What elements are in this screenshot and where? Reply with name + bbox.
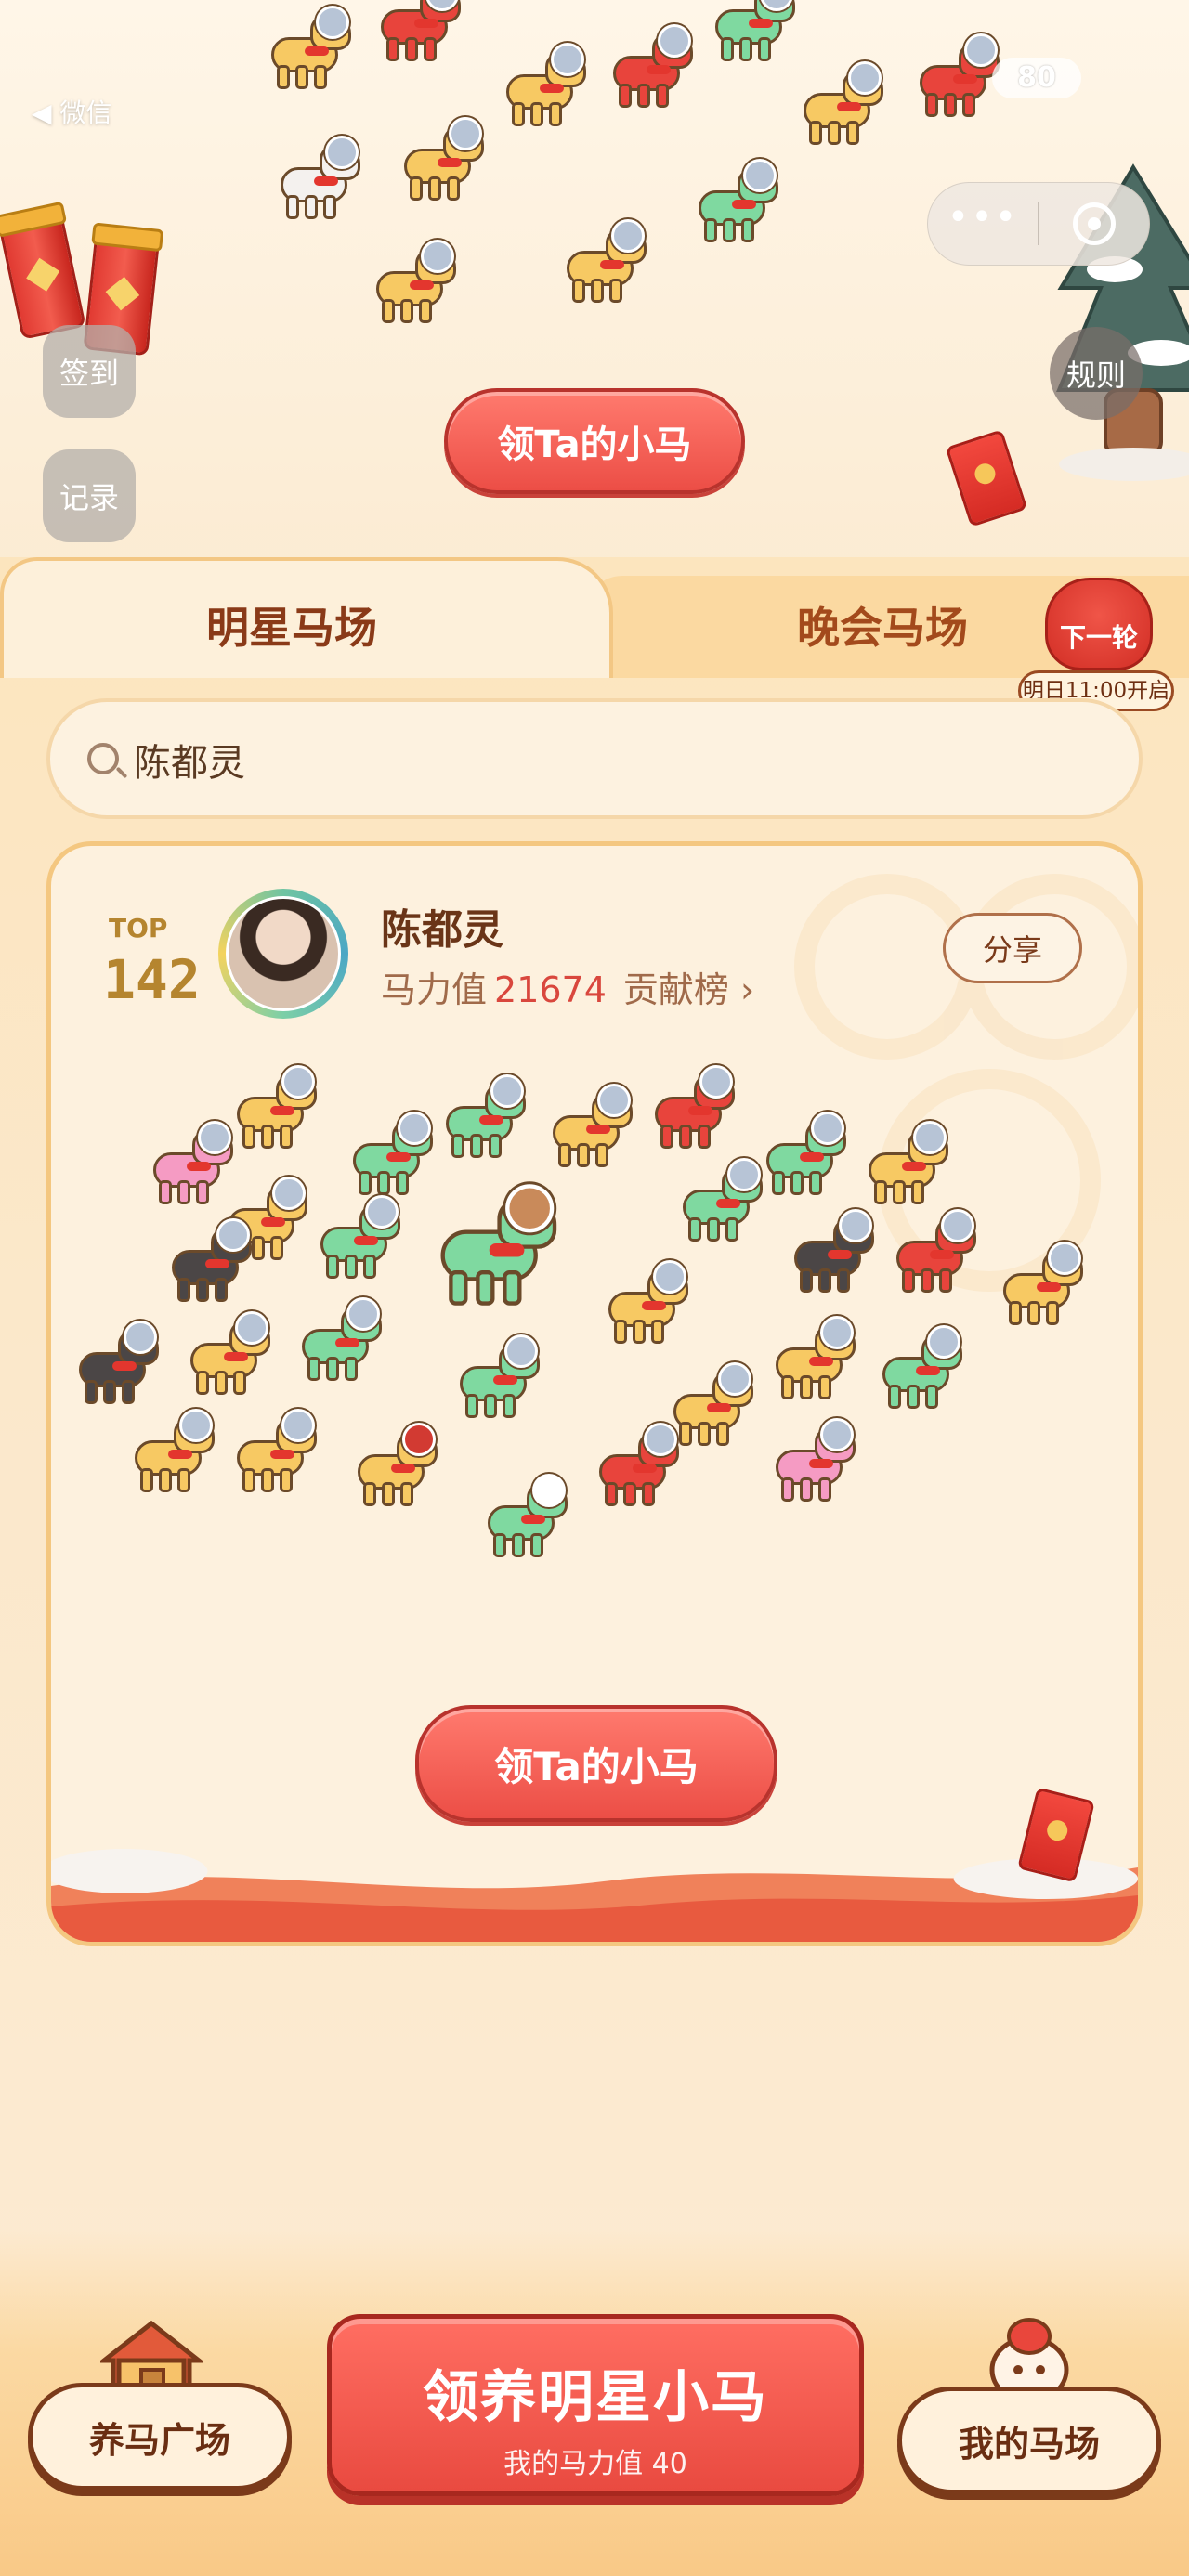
horse-plaza-label: 养马广场 xyxy=(88,2419,230,2461)
rules-button[interactable]: 规则 xyxy=(1050,327,1143,420)
records-button[interactable]: 记录 xyxy=(43,449,136,542)
horse-figure xyxy=(478,1474,571,1561)
horse-figure xyxy=(994,1242,1087,1329)
celebrity-avatar[interactable] xyxy=(218,889,348,1019)
tab-star-ranch-label: 明星马场 xyxy=(206,603,377,653)
red-envelope-decoration xyxy=(945,429,1028,527)
horse-figure xyxy=(437,1074,529,1162)
horse-figure xyxy=(367,240,460,327)
battery-indicator: 80 xyxy=(992,58,1081,98)
checkin-button[interactable]: 签到 xyxy=(43,325,136,418)
share-label: 分享 xyxy=(982,932,1042,968)
horse-figure xyxy=(646,1065,738,1152)
next-round-badge[interactable]: 下一轮 xyxy=(1045,578,1153,670)
avatar-photo xyxy=(226,896,341,1011)
records-label: 记录 xyxy=(59,480,119,515)
horse-figure xyxy=(497,43,590,130)
horse-figure xyxy=(181,1311,274,1399)
adopt-star-horse-button[interactable]: 领养明星小马 我的马力值 40 xyxy=(327,2314,864,2496)
horse-figure xyxy=(673,1158,766,1245)
rules-label: 规则 xyxy=(1065,358,1126,393)
horse-figure-large xyxy=(427,1184,562,1311)
my-ranch-label: 我的马场 xyxy=(958,2423,1100,2465)
claim-horse-label: 领Ta的小马 xyxy=(494,1743,699,1789)
horse-figure xyxy=(163,1218,255,1306)
celebrity-card: TOP 142 陈都灵 马力值 21674 贡献榜 › 分享 领Ta的小马 xyxy=(46,841,1143,1946)
horse-figure xyxy=(344,1112,437,1199)
claim-horse-button-top[interactable]: 领Ta的小马 xyxy=(444,388,745,494)
adopt-title: 领养明星小马 xyxy=(423,2365,768,2430)
my-ranch-button[interactable]: 我的马场 xyxy=(897,2387,1161,2494)
search-input[interactable] xyxy=(134,730,1063,789)
horse-figure xyxy=(706,0,799,65)
horse-figure xyxy=(887,1209,980,1296)
horse-figure xyxy=(293,1297,385,1385)
my-power-value: 我的马力值 40 xyxy=(503,2448,687,2480)
horse-figure xyxy=(689,159,782,246)
chevron-right-icon: › xyxy=(740,969,755,1010)
horse-figure xyxy=(910,33,1003,121)
horse-figure xyxy=(228,1065,320,1152)
firecracker-decoration xyxy=(0,208,86,340)
share-button[interactable]: 分享 xyxy=(943,913,1082,983)
horse-figure xyxy=(395,117,488,204)
power-stats: 马力值 21674 贡献榜 › xyxy=(381,961,754,1012)
rank-prefix: TOP xyxy=(109,913,168,943)
celebrity-name: 陈都灵 xyxy=(381,906,503,954)
horse-figure xyxy=(228,1409,320,1496)
horse-figure xyxy=(70,1321,163,1408)
rank-number: 142 xyxy=(103,948,201,1011)
horse-scene-banner: ◀ 微信 80 ••• 签到 记录 规则 领Ta的小马 xyxy=(0,0,1189,594)
more-button[interactable]: ••• xyxy=(928,183,1038,265)
close-mini-program-button[interactable] xyxy=(1039,183,1149,265)
horse-figure xyxy=(873,1325,966,1412)
horse-figure xyxy=(794,61,887,149)
checkin-label: 签到 xyxy=(59,356,119,391)
horse-figure xyxy=(604,24,697,111)
back-to-wechat[interactable]: ◀ 微信 xyxy=(32,93,111,130)
target-close-icon xyxy=(1073,202,1116,245)
tab-gala-ranch-label: 晚会马场 xyxy=(797,603,968,653)
horse-figure xyxy=(372,0,464,65)
horse-figure xyxy=(557,219,650,306)
horse-figure xyxy=(262,6,355,93)
contribution-board-label: 贡献榜 xyxy=(622,969,729,1010)
search-icon xyxy=(87,743,119,774)
horse-figure xyxy=(859,1121,952,1208)
more-dots-icon: ••• xyxy=(947,196,1019,239)
horse-figure xyxy=(757,1112,850,1199)
horse-plaza-button[interactable]: 养马广场 xyxy=(28,2383,292,2491)
next-round-label: 下一轮 xyxy=(1059,622,1138,653)
card-bottom-decoration xyxy=(51,1849,1138,1942)
horse-figure xyxy=(348,1423,441,1510)
horse-field xyxy=(79,1060,1091,1561)
horse-figure xyxy=(599,1260,692,1347)
power-value: 21674 xyxy=(494,969,607,1010)
horse-figure xyxy=(785,1209,878,1296)
horse-figure xyxy=(543,1084,636,1171)
horse-figure xyxy=(590,1423,683,1510)
horse-figure xyxy=(311,1195,404,1282)
horse-figure xyxy=(271,136,364,223)
horse-figure xyxy=(766,1316,859,1403)
contribution-board-link[interactable]: 贡献榜 › xyxy=(623,969,754,1010)
mini-program-capsule: ••• xyxy=(927,182,1150,266)
horse-figure xyxy=(451,1334,543,1422)
horse-figure xyxy=(125,1409,218,1496)
horse-figure xyxy=(766,1418,859,1505)
search-bar[interactable] xyxy=(46,698,1143,819)
claim-horse-label: 领Ta的小马 xyxy=(497,423,692,466)
power-label: 马力值 xyxy=(381,969,488,1010)
